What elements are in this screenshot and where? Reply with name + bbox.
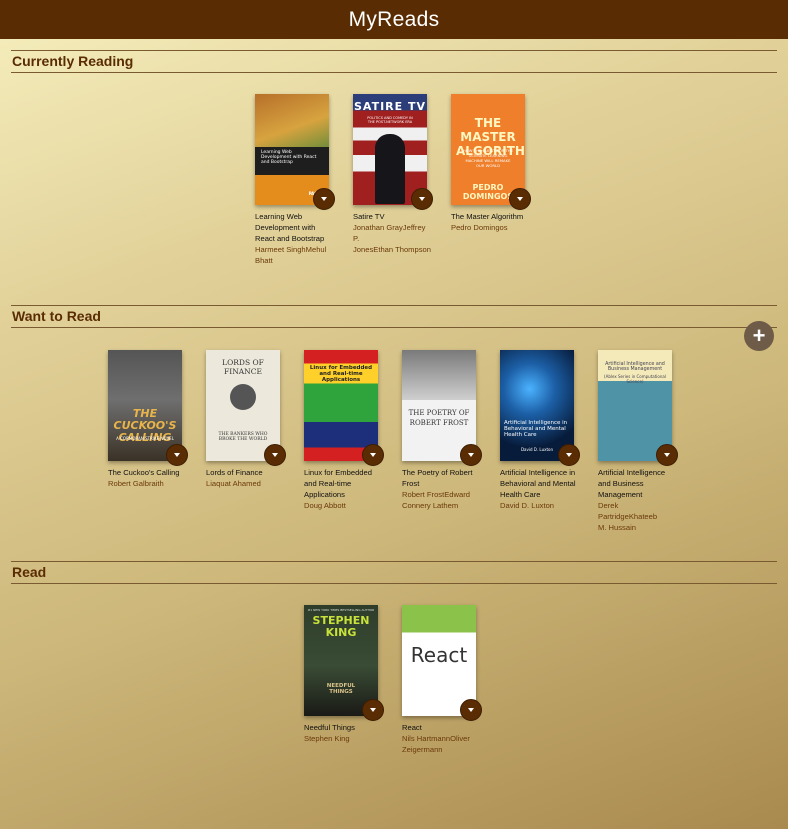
cover-title: NEEDFUL THINGS	[326, 683, 356, 695]
cover-title: Artificial Intelligence and Business Man…	[605, 362, 665, 372]
triangle-down-icon	[370, 708, 376, 712]
cover-title: Artificial Intelligence in Behavioral an…	[504, 420, 568, 438]
triangle-down-icon	[370, 453, 376, 457]
shelf-want-to-read: Want to Read	[11, 305, 777, 328]
book-title: Lords of Finance	[206, 468, 263, 477]
book: Learning Web Development with React and …	[255, 94, 335, 266]
shelf-read: Read	[11, 561, 777, 584]
triangle-down-icon	[517, 197, 523, 201]
cover-author: STEPHEN KING	[312, 614, 370, 639]
book: React React Nils HartmannOliver Zeigerman…	[402, 605, 482, 755]
book-authors: David D. Luxton	[500, 501, 555, 510]
book-authors: Pedro Domingos	[451, 223, 508, 232]
plus-icon: +	[752, 323, 766, 348]
cover-title: Linux for Embedded and Real-time Applica…	[309, 365, 373, 383]
shelf-title: Read	[11, 561, 777, 584]
triangle-down-icon	[468, 453, 474, 457]
book: THE MASTER ALGORITHM HOW THE QUEST FOR T…	[451, 94, 531, 233]
book-authors: Jonathan GrayJeffrey P. JonesEthan Thomps…	[353, 223, 431, 254]
book: Artificial Intelligence and Business Man…	[598, 350, 678, 533]
shelf-title: Currently Reading	[11, 50, 777, 73]
book: LORDS OF FINANCE THE BANKERS WHO BROKE T…	[206, 350, 286, 489]
book-authors: Robert Galbraith	[108, 479, 164, 488]
book-title: Learning Web Development with React and …	[255, 212, 325, 243]
book-authors: Derek PartridgeKhateeb M. Hussain	[598, 501, 658, 532]
cover-title: LORDS OF FINANCE	[222, 358, 264, 376]
book-title: React	[402, 723, 422, 732]
book-title: Satire TV	[353, 212, 385, 221]
shelf-changer-button[interactable]	[362, 444, 384, 466]
book-title: Artificial Intelligence and Business Man…	[598, 468, 666, 499]
cover-subtitle: (Ablex Series in Computational Science)	[604, 374, 666, 384]
book-title: The Master Algorithm	[451, 212, 524, 221]
shelf-changer-button[interactable]	[558, 444, 580, 466]
cover-top-line: #1 NEW YORK TIMES BESTSELLING AUTHOR	[307, 608, 375, 612]
book: Linux for Embedded and Real-time Applica…	[304, 350, 384, 511]
book: Artificial Intelligence in Behavioral an…	[500, 350, 580, 511]
cover-title: THE POETRY OF ROBERT FROST	[408, 409, 470, 427]
app-header: MyReads	[0, 0, 788, 39]
triangle-down-icon	[664, 453, 670, 457]
book-title: Needful Things	[304, 723, 355, 732]
book-title: The Poetry of Robert Frost	[402, 468, 473, 488]
cover-subtitle: HOW THE QUEST FOR THE ULTIMATE LEARNING …	[462, 148, 514, 168]
triangle-down-icon	[174, 453, 180, 457]
shelf-changer-button[interactable]	[166, 444, 188, 466]
shelf-changer-button[interactable]	[411, 188, 433, 210]
triangle-down-icon	[419, 197, 425, 201]
shelf-changer-button[interactable]	[313, 188, 335, 210]
app-title: MyReads	[348, 7, 440, 31]
shelf-changer-button[interactable]	[509, 188, 531, 210]
cover-subtitle: THE BANKERS WHO BROKE THE WORLD	[218, 432, 268, 442]
book-authors: Doug Abbott	[304, 501, 346, 510]
add-book-button[interactable]: +	[744, 321, 774, 351]
book: #1 NEW YORK TIMES BESTSELLING AUTHOR STE…	[304, 605, 384, 744]
book: SATIRE TV POLITICS AND COMEDY IN THE POS…	[353, 94, 433, 255]
cover-title: Learning Web Development with React and …	[261, 150, 317, 165]
book-authors: Liaquat Ahamed	[206, 479, 261, 488]
triangle-down-icon	[566, 453, 572, 457]
shelf-changer-button[interactable]	[656, 444, 678, 466]
book-authors: Stephen King	[304, 734, 350, 743]
book-authors: Harmeet SinghMehul Bhatt	[255, 245, 327, 265]
shelf-changer-button[interactable]	[460, 699, 482, 721]
book-title: Linux for Embedded and Real-time Applica…	[304, 468, 372, 499]
cover-subtitle: A CORMORAN STRIKE NOVEL	[116, 436, 174, 441]
cover-title: SATIRE TV	[353, 100, 426, 113]
cover-subtitle: POLITICS AND COMEDY IN THE POST-NETWORK …	[367, 116, 413, 124]
triangle-down-icon	[272, 453, 278, 457]
book-title: The Cuckoo's Calling	[108, 468, 180, 477]
book-authors: Robert FrostEdward Connery Lathem	[402, 490, 470, 510]
book-title: Artificial Intelligence in Behavioral an…	[500, 468, 576, 499]
shelf-currently-reading: Currently Reading	[11, 50, 777, 73]
cover-title: React	[410, 643, 468, 667]
book-authors: Nils HartmannOliver Zeigermann	[402, 734, 470, 754]
shelf-title: Want to Read	[11, 305, 777, 328]
shelf-changer-button[interactable]	[460, 444, 482, 466]
book: THE CUCKOO'S CALLING A CORMORAN STRIKE N…	[108, 350, 188, 489]
triangle-down-icon	[468, 708, 474, 712]
shelf-changer-button[interactable]	[264, 444, 286, 466]
book: THE POETRY OF ROBERT FROST The Poetry of…	[402, 350, 482, 511]
triangle-down-icon	[321, 197, 327, 201]
shelf-changer-button[interactable]	[362, 699, 384, 721]
